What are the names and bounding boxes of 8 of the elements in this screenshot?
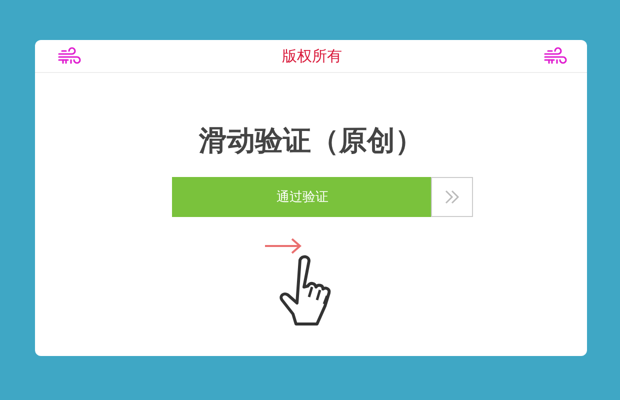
wind-icon [543, 47, 567, 65]
page-heading: 滑动验证（原创） [199, 123, 423, 159]
wind-icon [57, 47, 81, 65]
header-title: 版权所有 [282, 46, 342, 66]
slider-label: 通过验证 [276, 189, 328, 206]
arrow-icon [264, 238, 302, 254]
slider-handle[interactable] [430, 177, 472, 217]
double-chevron-icon [444, 189, 460, 205]
